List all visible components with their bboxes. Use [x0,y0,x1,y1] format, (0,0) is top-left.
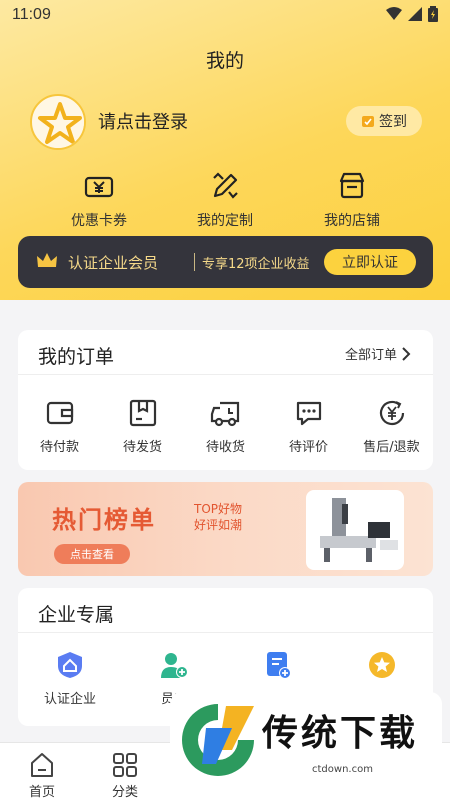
signal-icon [408,7,422,21]
customize-icon [213,172,238,199]
wifi-icon [386,7,402,20]
membership-bar[interactable]: 认证企业会员 专享12项企业收益 立即认证 [18,236,433,288]
comment-icon [296,401,321,426]
machine-image [320,498,398,562]
order-status-pending-shipment[interactable]: 待发货 [101,398,184,455]
order-status-label: 待收货 [205,440,245,455]
status-time: 11:09 [12,6,51,23]
watermark-url: ctdown.com [312,764,373,775]
document-add-icon [267,652,291,679]
banner-subtitle-1: TOP好物 [194,502,243,516]
order-status-pending-receipt[interactable]: 待收货 [184,398,267,455]
watermark-logo-icon [182,704,254,776]
battery-icon [428,6,438,22]
quick-action-store[interactable]: 我的店铺 [292,170,412,230]
card-divider [18,632,433,633]
store-icon [339,172,365,199]
login-prompt[interactable]: 请点击登录 [98,108,188,134]
quick-action-label: 优惠卡券 [71,213,127,229]
enterprise-item-document[interactable] [226,650,330,688]
signin-button[interactable]: 签到 [346,106,422,136]
refund-icon [379,400,404,426]
staff-icon [161,653,188,678]
order-status-label: 售后/退款 [363,440,420,455]
orders-card: 我的订单 全部订单 待付款 待发货 待收货 待评价 售后/退款 [18,330,433,470]
order-status-pending-payment[interactable]: 待付款 [18,398,101,455]
banner-title: 热门榜单 [52,506,156,534]
membership-benefit: 专享12项企业收益 [202,257,310,272]
order-status-label: 待付款 [39,440,79,455]
certify-now-button[interactable]: 立即认证 [324,249,416,275]
card-divider [18,374,433,375]
wallet-icon [46,401,73,425]
coupon-icon [84,176,114,198]
banner-view-button[interactable]: 点击查看 [54,544,130,564]
membership-title: 认证企业会员 [68,254,159,272]
quick-action-coupon[interactable]: 优惠卡券 [39,170,159,230]
membership-separator [194,253,195,271]
order-status-pending-review[interactable]: 待评价 [267,398,350,455]
signin-label: 签到 [379,114,407,130]
truck-icon [210,401,239,427]
watermark-text: 传统下载 [262,713,419,754]
tab-home[interactable]: 首页 [12,751,72,800]
hot-list-banner[interactable]: 热门榜单 TOP好物 好评如潮 点击查看 [18,482,433,576]
watermark: 传统下载 ctdown.com [170,692,442,788]
enterprise-item-certify[interactable]: 认证企业 [18,650,122,707]
banner-subtitle-2: 好评如潮 [194,518,243,532]
avatar[interactable] [30,94,86,150]
enterprise-item-favorite[interactable] [330,650,434,688]
star-badge-icon [369,652,395,678]
page-title: 我的 [205,50,244,72]
home-icon [31,753,53,777]
all-orders-link[interactable]: 全部订单 [345,344,411,363]
order-status-label: 待发货 [122,440,162,455]
enterprise-item-label: 认证企业 [43,692,96,707]
product-image[interactable] [306,490,404,570]
tab-category[interactable]: 分类 [95,751,155,800]
tab-label: 首页 [28,785,55,800]
certify-enterprise-icon [58,652,82,678]
category-icon [113,753,137,777]
chevron-right-icon [402,346,411,361]
package-icon [129,399,156,427]
tab-label: 分类 [111,785,138,800]
order-status-label: 待评价 [288,440,328,455]
calendar-check-icon [362,116,374,127]
orders-title: 我的订单 [38,346,115,368]
quick-action-customize[interactable]: 我的定制 [165,170,285,230]
quick-action-label: 我的定制 [197,213,253,229]
order-status-refund[interactable]: 售后/退款 [350,398,433,455]
all-orders-label: 全部订单 [344,348,397,363]
status-bar: 11:09 [0,0,450,30]
crown-icon [37,253,57,267]
enterprise-title: 企业专属 [38,604,115,626]
quick-action-label: 我的店铺 [324,213,380,229]
